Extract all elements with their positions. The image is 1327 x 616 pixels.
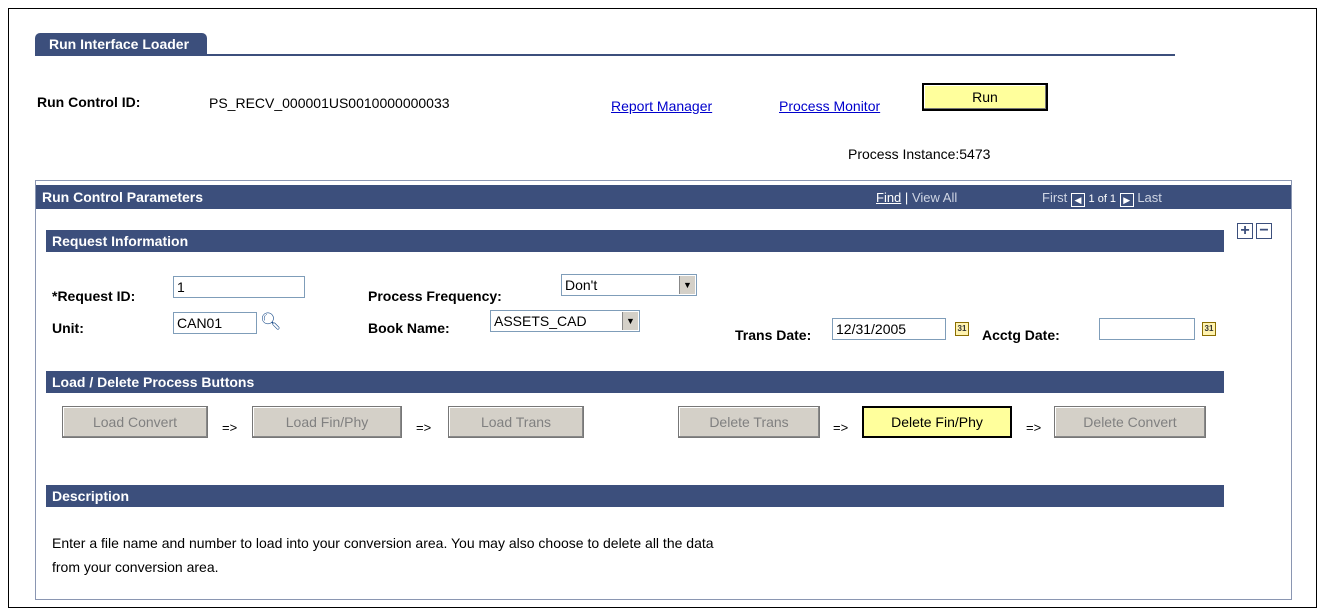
run-button[interactable]: Run xyxy=(922,83,1048,111)
row-count: 1 of 1 xyxy=(1088,193,1117,205)
process-monitor-link[interactable]: Process Monitor xyxy=(779,98,880,114)
trans-date-label: Trans Date: xyxy=(735,327,812,343)
arrow-separator: => xyxy=(222,420,238,435)
description-text: Enter a file name and number to load int… xyxy=(52,531,1052,579)
report-manager-link[interactable]: Report Manager xyxy=(611,98,712,114)
acctg-date-input[interactable] xyxy=(1099,318,1195,340)
request-id-label: *Request ID: xyxy=(52,288,136,304)
unit-label: Unit: xyxy=(52,320,84,336)
lookup-magnifier-icon[interactable]: 🔍︎ xyxy=(260,312,282,332)
arrow-separator: => xyxy=(1026,420,1042,435)
arrow-separator: => xyxy=(416,420,432,435)
tab-run-interface-loader[interactable]: Run Interface Loader xyxy=(35,33,208,55)
prev-arrow-icon[interactable]: ◀ xyxy=(1070,193,1085,207)
book-name-select[interactable]: ASSETS_CAD ▼ xyxy=(490,310,640,332)
delete-fin-phy-button[interactable]: Delete Fin/Phy xyxy=(862,406,1012,438)
load-convert-button[interactable]: Load Convert xyxy=(62,406,208,438)
book-name-label: Book Name: xyxy=(368,320,450,336)
nav-separator: | xyxy=(904,190,909,205)
request-id-input[interactable]: 1 xyxy=(173,276,305,298)
book-name-value: ASSETS_CAD xyxy=(494,313,587,329)
row-navigation: First ◀ 1 of 1 ▶ Last xyxy=(1042,190,1162,207)
first-label: First xyxy=(1042,190,1068,205)
description-title: Description xyxy=(52,488,130,504)
last-label: Last xyxy=(1137,190,1162,205)
find-link[interactable]: Find xyxy=(876,190,901,205)
process-frequency-value: Don't xyxy=(565,277,598,293)
arrow-separator: => xyxy=(833,420,849,435)
trans-date-input[interactable]: 12/31/2005 xyxy=(832,318,946,340)
description-line-2: from your conversion area. xyxy=(52,559,219,575)
load-delete-buttons-header: Load / Delete Process Buttons xyxy=(46,371,1224,393)
calendar-icon[interactable]: 31 xyxy=(1202,322,1216,336)
delete-convert-button[interactable]: Delete Convert xyxy=(1054,406,1206,438)
grid-navigation: Find | View All xyxy=(876,190,957,205)
process-frequency-select[interactable]: Don't ▼ xyxy=(561,274,697,296)
next-arrow-icon[interactable]: ▶ xyxy=(1119,193,1134,207)
run-control-parameters-title: Run Control Parameters xyxy=(42,189,204,205)
delete-trans-button[interactable]: Delete Trans xyxy=(678,406,820,438)
description-header: Description xyxy=(46,485,1224,507)
unit-input[interactable]: CAN01 xyxy=(173,312,257,334)
load-trans-button[interactable]: Load Trans xyxy=(448,406,584,438)
description-line-1: Enter a file name and number to load int… xyxy=(52,535,714,551)
run-control-value: PS_RECV_000001US0010000000033 xyxy=(209,95,450,111)
acctg-date-label: Acctg Date: xyxy=(982,327,1060,343)
chevron-down-icon[interactable]: ▼ xyxy=(622,312,638,330)
delete-row-icon[interactable]: − xyxy=(1256,223,1272,239)
load-delete-buttons-title: Load / Delete Process Buttons xyxy=(52,374,255,390)
chevron-down-icon[interactable]: ▼ xyxy=(679,276,695,294)
load-fin-phy-button[interactable]: Load Fin/Phy xyxy=(252,406,402,438)
process-instance: Process Instance:5473 xyxy=(848,146,991,162)
request-information-header: Request Information xyxy=(46,230,1224,252)
add-row-icon[interactable]: + xyxy=(1237,223,1253,239)
run-control-label: Run Control ID: xyxy=(37,94,141,110)
process-frequency-label: Process Frequency: xyxy=(368,288,502,304)
calendar-icon[interactable]: 31 xyxy=(955,322,969,336)
request-information-title: Request Information xyxy=(52,233,189,249)
tab-underline xyxy=(35,54,1175,56)
view-all-link[interactable]: View All xyxy=(912,190,957,205)
